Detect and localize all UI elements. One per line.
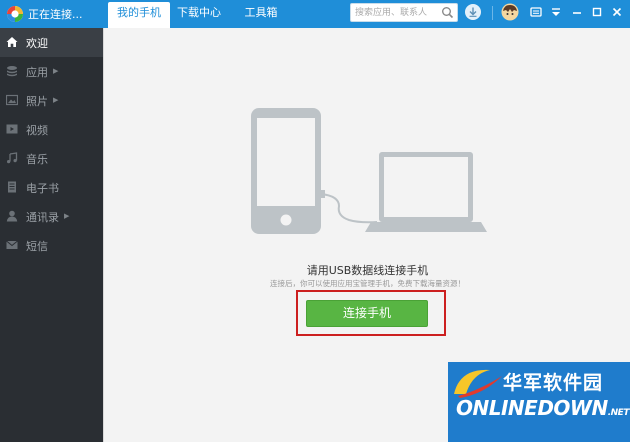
music-icon [7, 152, 18, 164]
maximize-icon[interactable] [589, 4, 605, 20]
sidebar-item-video[interactable]: 视频 [0, 115, 103, 144]
connect-prompt-title: 请用USB数据线连接手机 [306, 264, 429, 277]
sidebar-item-apps[interactable]: 应用 ▶ [0, 57, 103, 86]
dropdown-menu-icon[interactable] [548, 4, 564, 20]
watermark-brand-name: ONLINEDOWN [456, 396, 608, 420]
phone-to-laptop-illustration [251, 108, 487, 234]
app-logo-icon [7, 6, 23, 22]
sidebar-item-label: 照片 [26, 95, 48, 108]
sidebar-item-label: 音乐 [26, 153, 48, 166]
home-icon [6, 37, 18, 47]
video-icon [6, 124, 18, 134]
tab-download-center[interactable]: 下载中心 [170, 2, 228, 26]
search-box [350, 3, 458, 22]
sidebar-item-welcome[interactable]: 欢迎 [0, 28, 103, 57]
sidebar-item-ebook[interactable]: 电子书 [0, 173, 103, 202]
sidebar-item-label: 欢迎 [26, 37, 48, 50]
message-icon[interactable] [528, 4, 544, 20]
sidebar-item-contacts[interactable]: 通讯录 ▶ [0, 202, 103, 231]
chevron-right-icon: ▶ [53, 67, 59, 75]
sidebar-item-label: 应用 [26, 66, 48, 79]
sidebar-item-music[interactable]: 音乐 [0, 144, 103, 173]
sidebar-item-sms[interactable]: 短信 [0, 231, 103, 260]
tab-toolbox[interactable]: 工具箱 [236, 2, 286, 26]
watermark-logo-icon [454, 369, 502, 398]
apps-icon [7, 66, 17, 77]
sidebar-item-label: 视频 [26, 124, 48, 137]
connect-phone-button[interactable]: 连接手机 [306, 300, 428, 327]
title-bar: 正在连接... 我的手机 下载中心 工具箱 [0, 0, 630, 28]
avatar[interactable] [501, 3, 519, 21]
sidebar-item-label: 短信 [26, 240, 48, 253]
watermark: 华军软件园 ONLINEDOWN.NET [448, 362, 630, 442]
watermark-brand-text: ONLINEDOWN.NET [456, 396, 629, 420]
contacts-icon [6, 210, 18, 222]
ebook-icon [8, 181, 16, 193]
watermark-chinese-text: 华军软件园 [503, 372, 604, 394]
search-icon[interactable] [441, 6, 454, 19]
minimize-icon[interactable] [569, 4, 585, 20]
sms-icon [6, 240, 18, 249]
chevron-right-icon: ▶ [64, 212, 70, 220]
close-icon[interactable] [609, 4, 625, 20]
sidebar: 欢迎 应用 ▶ 照片 ▶ 视频 音乐 电子书 通讯录 ▶ 短信 [0, 28, 103, 442]
sidebar-item-label: 电子书 [26, 182, 59, 195]
connect-prompt-subtitle: 连接后，你可以使用应用宝管理手机，免费下载海量资源！ [270, 279, 465, 288]
download-icon[interactable] [465, 4, 481, 20]
tab-my-phone[interactable]: 我的手机 [108, 2, 170, 28]
chevron-right-icon: ▶ [53, 96, 59, 104]
watermark-domain-suffix: .NET [607, 408, 630, 418]
connection-status: 正在连接... [28, 8, 83, 21]
titlebar-divider [492, 6, 493, 20]
search-input[interactable] [355, 6, 437, 19]
photo-icon [6, 94, 18, 106]
sidebar-item-label: 通讯录 [26, 211, 59, 224]
sidebar-item-photos[interactable]: 照片 ▶ [0, 86, 103, 115]
